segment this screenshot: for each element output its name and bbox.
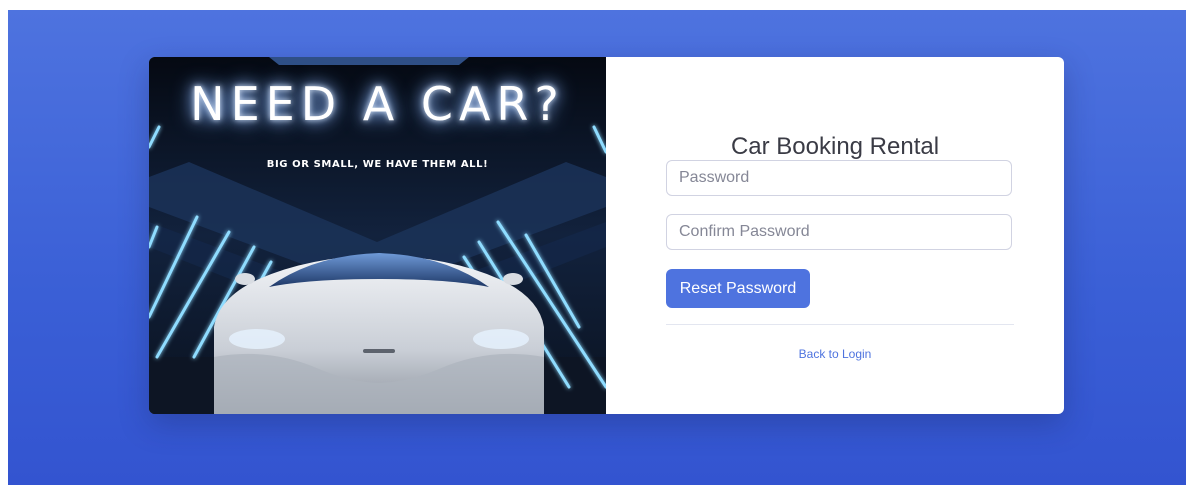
promo-headline: NEED A CAR? [190,77,565,131]
reset-form: Car Booking Rental Reset Password Back t… [606,57,1064,414]
form-title: Car Booking Rental [730,133,940,160]
login-card: NEED A CAR? BIG OR SMALL, WE HAVE THEM A… [149,57,1064,414]
promo-subline: BIG OR SMALL, WE HAVE THEM ALL! [266,159,489,170]
promo-image: NEED A CAR? BIG OR SMALL, WE HAVE THEM A… [149,57,606,414]
divider [666,324,1014,325]
back-to-login-link[interactable]: Back to Login [606,347,1064,361]
reset-password-button[interactable]: Reset Password [666,269,810,308]
password-input[interactable] [666,160,1012,196]
confirm-password-input[interactable] [666,214,1012,250]
